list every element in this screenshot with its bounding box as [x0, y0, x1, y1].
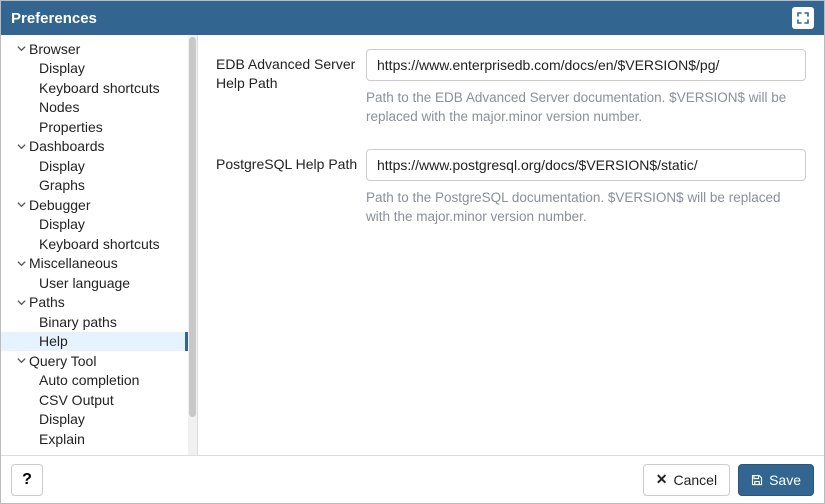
tree-group-query-tool[interactable]: Query Tool [1, 351, 188, 371]
save-button[interactable]: Save [738, 464, 814, 496]
close-icon: ✕ [656, 471, 668, 488]
maximize-icon [797, 12, 809, 24]
tree-item-label: Properties [39, 119, 103, 135]
tree-item-nodes[interactable]: Nodes [1, 98, 188, 118]
tree-item-binary-paths[interactable]: Binary paths [1, 312, 188, 332]
field-help-text: Path to the EDB Advanced Server document… [366, 89, 806, 127]
tree-item-label: Graphs [39, 177, 85, 193]
chevron-down-icon [15, 142, 27, 151]
dialog-title: Preferences [11, 10, 97, 27]
tree-item-display[interactable]: Display [1, 215, 188, 235]
titlebar: Preferences [1, 1, 824, 35]
tree-group-browser[interactable]: Browser [1, 39, 188, 59]
preferences-dialog: Preferences Browser Display Keyboard short… [0, 0, 825, 504]
dialog-body: Browser Display Keyboard shortcuts Nodes Pro… [1, 35, 824, 455]
chevron-down-icon [15, 356, 27, 365]
tree-group-miscellaneous[interactable]: Miscellaneous [1, 254, 188, 274]
tree-item-display[interactable]: Display [1, 410, 188, 430]
tree-item-label: Display [39, 216, 85, 232]
tree-item-csv-output[interactable]: CSV Output [1, 390, 188, 410]
tree-item-label: User language [39, 275, 130, 291]
save-label: Save [769, 472, 801, 488]
question-icon: ? [22, 471, 32, 489]
cancel-button[interactable]: ✕ Cancel [643, 464, 730, 496]
field-pg-help-path: PostgreSQL Help Path Path to the Postgre… [216, 149, 806, 227]
field-label: PostgreSQL Help Path [216, 149, 366, 227]
tree-item-keyboard-shortcuts[interactable]: Keyboard shortcuts [1, 78, 188, 98]
tree-item-user-language[interactable]: User language [1, 273, 188, 293]
preferences-tree: Browser Display Keyboard shortcuts Nodes Pro… [1, 35, 188, 455]
maximize-button[interactable] [792, 7, 814, 29]
tree-item-help[interactable]: Help [1, 332, 188, 352]
tree-item-label: Browser [29, 41, 80, 57]
footer: ? ✕ Cancel Save [1, 455, 824, 503]
sidebar-scrollbar-thumb[interactable] [189, 37, 196, 417]
tree-group-paths[interactable]: Paths [1, 293, 188, 313]
tree-item-label: Debugger [29, 197, 91, 213]
chevron-down-icon [15, 298, 27, 307]
sidebar: Browser Display Keyboard shortcuts Nodes Pro… [1, 35, 198, 455]
tree-item-display[interactable]: Display [1, 156, 188, 176]
tree-item-auto-completion[interactable]: Auto completion [1, 371, 188, 391]
tree-item-properties[interactable]: Properties [1, 117, 188, 137]
tree-item-label: Dashboards [29, 138, 105, 154]
pg-help-path-input[interactable] [366, 149, 806, 181]
tree-item-label: Keyboard shortcuts [39, 236, 160, 252]
edb-help-path-input[interactable] [366, 49, 806, 81]
tree-item-graphs[interactable]: Graphs [1, 176, 188, 196]
tree-item-explain[interactable]: Explain [1, 429, 188, 449]
tree-item-label: Nodes [39, 99, 79, 115]
chevron-down-icon [15, 259, 27, 268]
field-edb-help-path: EDB Advanced Server Help Path Path to th… [216, 49, 806, 127]
tree-item-label: Auto completion [39, 372, 139, 388]
field-label: EDB Advanced Server Help Path [216, 49, 366, 127]
tree-item-display[interactable]: Display [1, 59, 188, 79]
tree-item-label: Paths [29, 294, 65, 310]
tree-item-label: Keyboard shortcuts [39, 80, 160, 96]
cancel-label: Cancel [673, 472, 717, 488]
tree-group-debugger[interactable]: Debugger [1, 195, 188, 215]
sidebar-scrollbar[interactable] [188, 35, 197, 455]
tree-group-dashboards[interactable]: Dashboards [1, 137, 188, 157]
tree-item-label: Binary paths [39, 314, 117, 330]
tree-item-label: Query Tool [29, 353, 96, 369]
save-icon [751, 474, 763, 486]
tree-item-label: Display [39, 411, 85, 427]
field-help-text: Path to the PostgreSQL documentation. $V… [366, 189, 806, 227]
tree-item-keyboard-shortcuts[interactable]: Keyboard shortcuts [1, 234, 188, 254]
tree-item-label: Help [39, 333, 68, 349]
tree-item-label: Display [39, 60, 85, 76]
tree-item-label: Display [39, 158, 85, 174]
tree-item-label: CSV Output [39, 392, 114, 408]
chevron-down-icon [15, 44, 27, 53]
tree-item-label: Explain [39, 431, 85, 447]
help-button[interactable]: ? [11, 464, 43, 496]
chevron-down-icon [15, 200, 27, 209]
tree-item-label: Miscellaneous [29, 255, 118, 271]
content-pane: EDB Advanced Server Help Path Path to th… [198, 35, 824, 455]
